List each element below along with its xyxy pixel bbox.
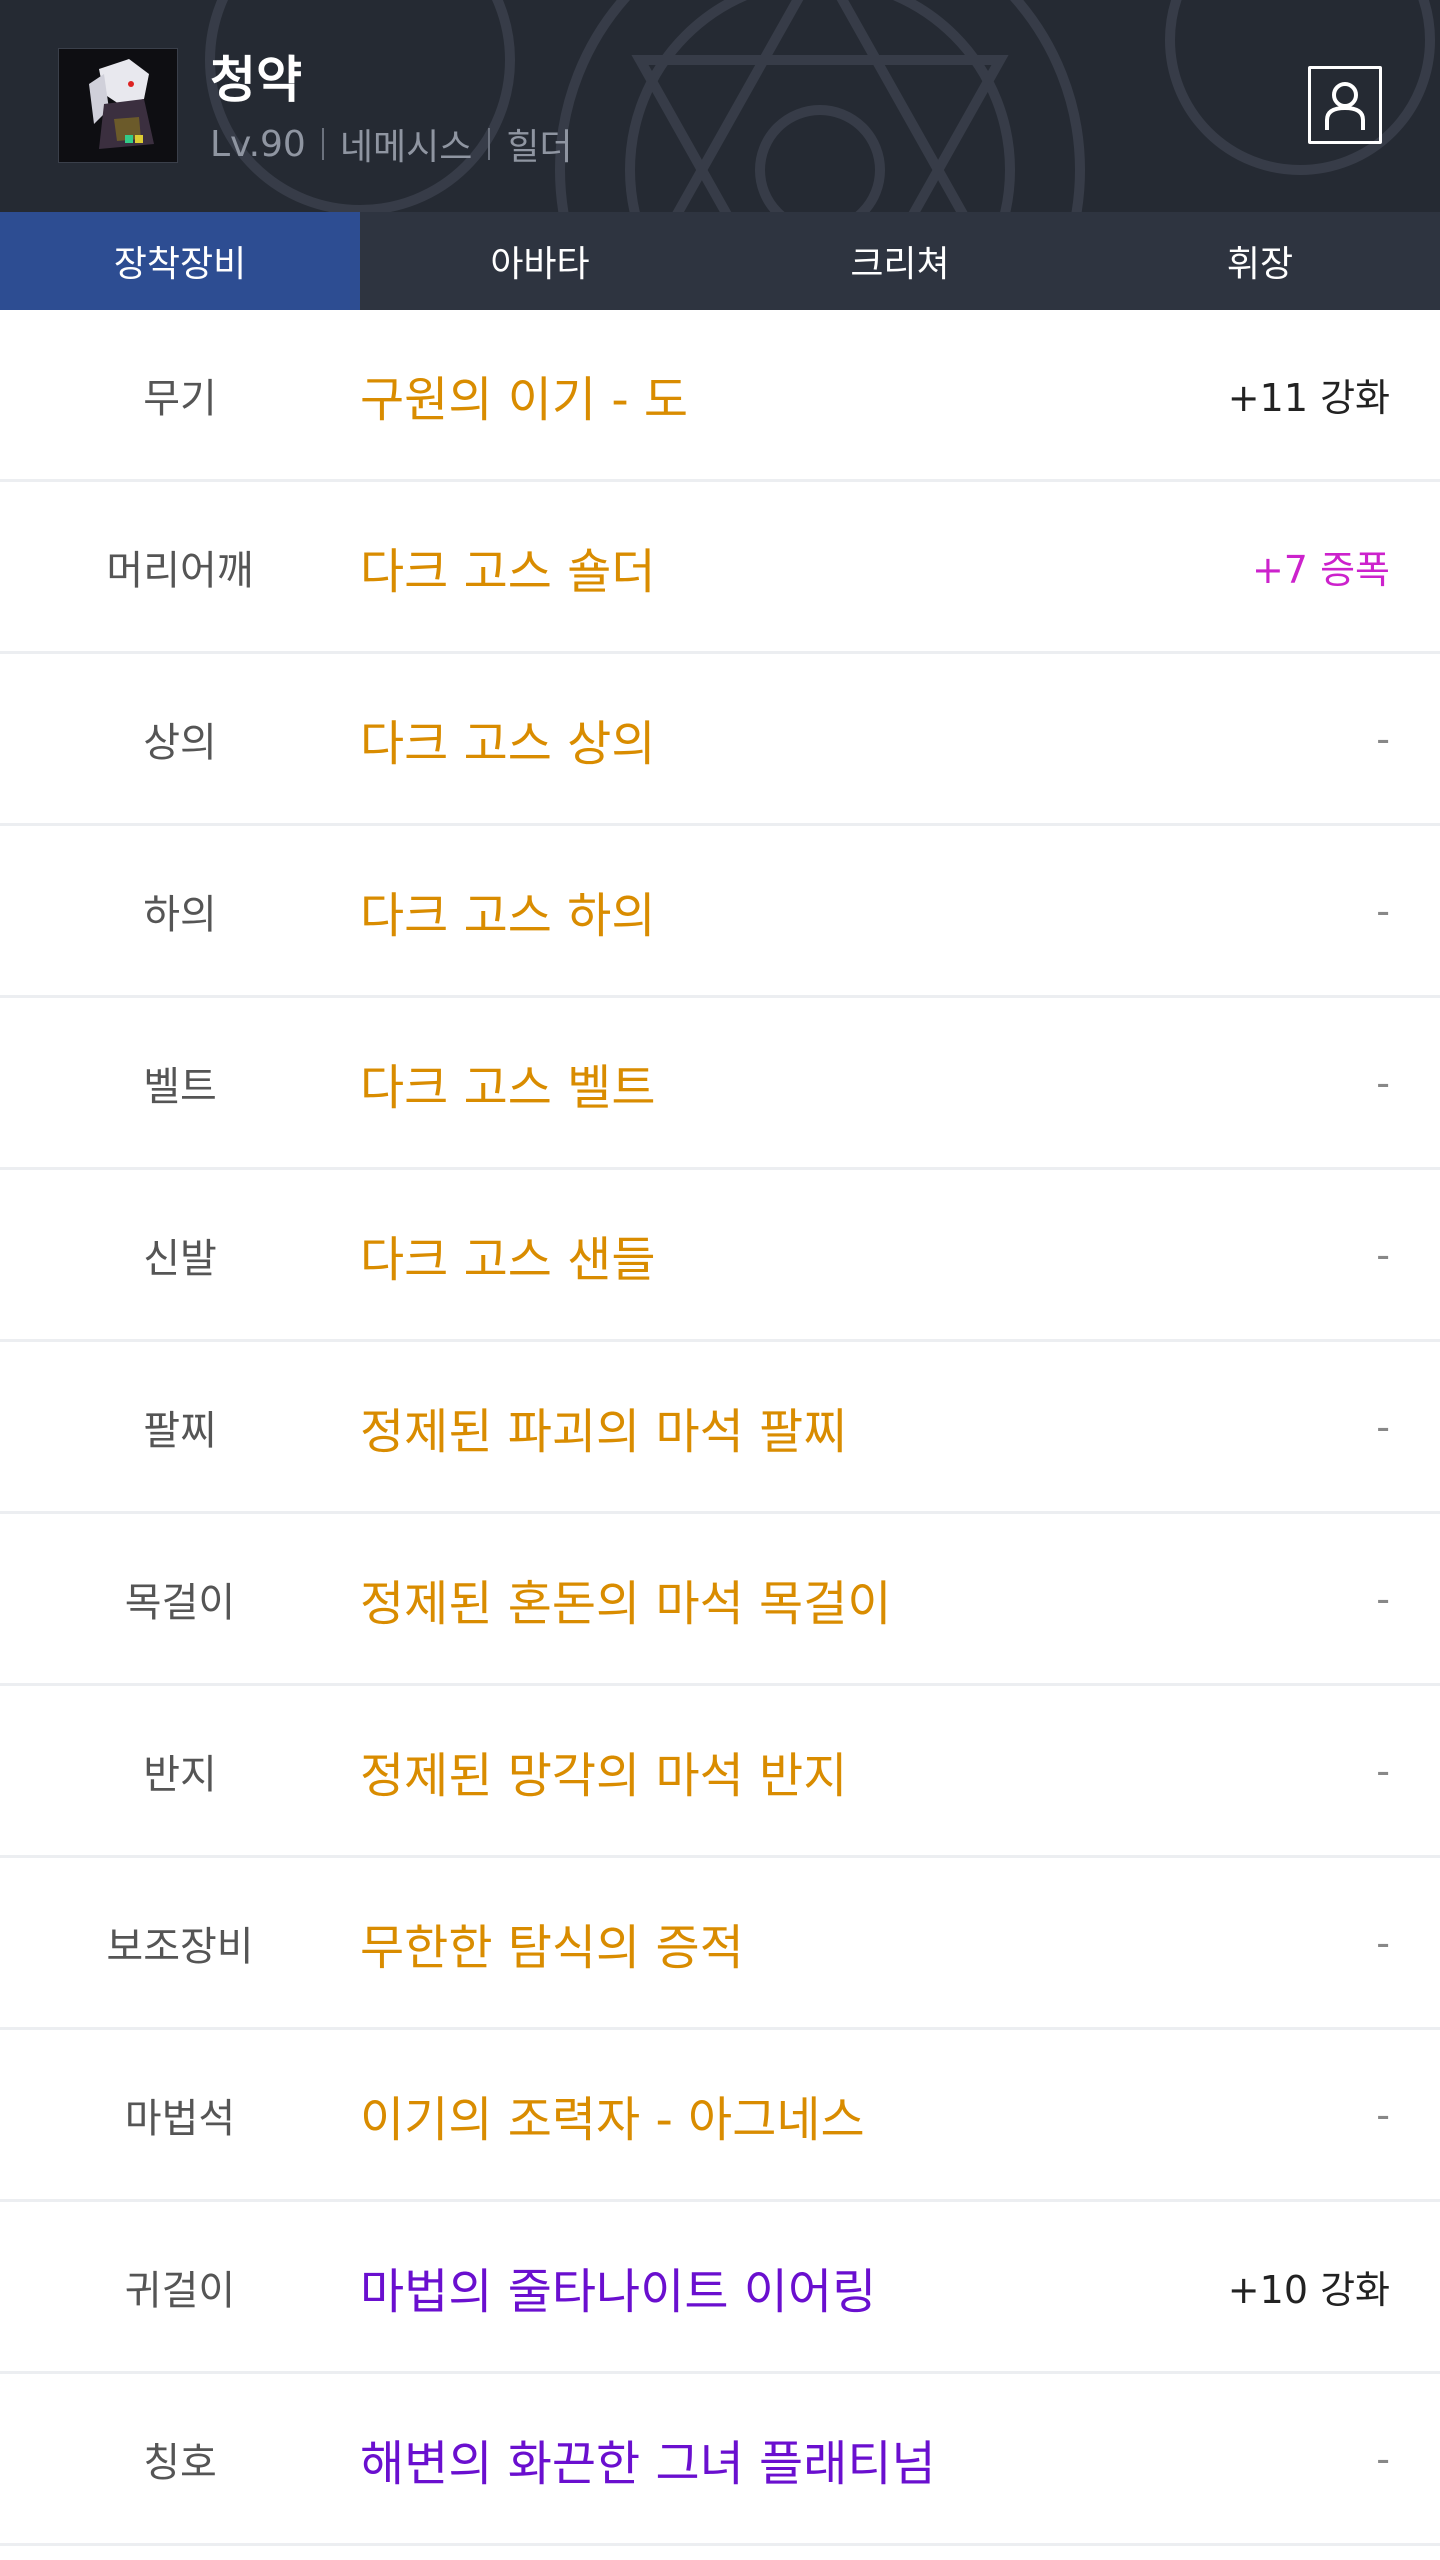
item-name: 정제된 망각의 마석 반지 — [360, 1747, 848, 1804]
slot-label: 목걸이 — [124, 1579, 236, 1626]
item-name: 정제된 파괴의 마석 팔찌 — [360, 1403, 848, 1460]
equipment-list: 무기 구원의 이기 - 도 +11 강화 머리어깨 다크 고스 숄더 +7 증폭… — [0, 310, 1440, 2546]
item-name: 이기의 조력자 - 아그네스 — [360, 2091, 865, 2148]
item-name: 다크 고스 하의 — [360, 887, 656, 944]
profile-icon — [1325, 82, 1365, 130]
item-name: 다크 고스 샌들 — [360, 1231, 656, 1288]
equipment-row-bracelet[interactable]: 팔찌 정제된 파괴의 마석 팔찌 - — [0, 1342, 1440, 1514]
equipment-row-top[interactable]: 상의 다크 고스 상의 - — [0, 654, 1440, 826]
slot-label: 상의 — [143, 719, 217, 766]
reinforce-level: - — [1376, 2436, 1390, 2481]
reinforce-level: - — [1376, 1404, 1390, 1449]
character-name: 청약 — [210, 51, 302, 109]
reinforce-level: - — [1376, 1576, 1390, 1621]
equipment-row-belt[interactable]: 벨트 다크 고스 벨트 - — [0, 998, 1440, 1170]
reinforce-level: - — [1376, 1060, 1390, 1105]
slot-label: 벨트 — [143, 1063, 217, 1110]
reinforce-level: +10 강화 — [1227, 2268, 1390, 2312]
slot-label: 칭호 — [143, 2439, 217, 2486]
equipment-row-shoulder[interactable]: 머리어깨 다크 고스 숄더 +7 증폭 — [0, 482, 1440, 654]
reinforce-level: - — [1376, 1748, 1390, 1793]
character-server: 네메시스 — [339, 127, 473, 168]
amplify-level: +7 증폭 — [1251, 548, 1390, 592]
item-name: 다크 고스 상의 — [360, 715, 656, 772]
character-header: 청약 Lv.90 네메시스 힐더 — [0, 0, 1440, 212]
info-divider — [321, 128, 324, 160]
reinforce-level: - — [1376, 716, 1390, 761]
slot-label: 하의 — [143, 891, 217, 938]
character-job: 힐더 — [506, 127, 573, 168]
equipment-row-ring[interactable]: 반지 정제된 망각의 마석 반지 - — [0, 1686, 1440, 1858]
slot-label: 마법석 — [124, 2095, 236, 2142]
tab-creature[interactable]: 크리쳐 — [720, 212, 1080, 310]
equipment-row-bottom[interactable]: 하의 다크 고스 하의 - — [0, 826, 1440, 998]
character-level: Lv.90 — [210, 123, 306, 165]
slot-label: 보조장비 — [106, 1923, 254, 1970]
equipment-row-title[interactable]: 칭호 해변의 화끈한 그녀 플래티넘 - — [0, 2374, 1440, 2546]
equipment-row-necklace[interactable]: 목걸이 정제된 혼돈의 마석 목걸이 - — [0, 1514, 1440, 1686]
item-name: 다크 고스 벨트 — [360, 1059, 656, 1116]
slot-label: 반지 — [143, 1751, 217, 1798]
reinforce-level: +11 강화 — [1227, 376, 1390, 420]
tab-avatar[interactable]: 아바타 — [360, 212, 720, 310]
tab-equipment[interactable]: 장착장비 — [0, 212, 360, 310]
character-avatar — [58, 48, 178, 163]
item-name: 무한한 탐식의 증적 — [360, 1919, 744, 1976]
tab-emblem[interactable]: 휘장 — [1080, 212, 1440, 310]
slot-label: 팔찌 — [143, 1407, 217, 1454]
equipment-row-weapon[interactable]: 무기 구원의 이기 - 도 +11 강화 — [0, 310, 1440, 482]
tab-bar: 장착장비 아바타 크리쳐 휘장 — [0, 212, 1440, 310]
item-name: 해변의 화끈한 그녀 플래티넘 — [360, 2435, 936, 2492]
slot-label: 귀걸이 — [124, 2267, 236, 2314]
equipment-row-magicstone[interactable]: 마법석 이기의 조력자 - 아그네스 - — [0, 2030, 1440, 2202]
slot-label: 머리어깨 — [106, 547, 254, 594]
reinforce-level: - — [1376, 1232, 1390, 1277]
profile-button[interactable] — [1308, 66, 1382, 144]
equipment-row-earring[interactable]: 귀걸이 마법의 줄타나이트 이어링 +10 강화 — [0, 2202, 1440, 2374]
character-info: Lv.90 네메시스 힐더 — [210, 118, 573, 170]
equipment-row-subequip[interactable]: 보조장비 무한한 탐식의 증적 - — [0, 1858, 1440, 2030]
reinforce-level: - — [1376, 1920, 1390, 1965]
equipment-row-shoes[interactable]: 신발 다크 고스 샌들 - — [0, 1170, 1440, 1342]
reinforce-level: - — [1376, 2092, 1390, 2137]
slot-label: 무기 — [143, 375, 217, 422]
info-divider — [488, 128, 491, 160]
reinforce-level: - — [1376, 888, 1390, 933]
slot-label: 신발 — [143, 1235, 217, 1282]
item-name: 정제된 혼돈의 마석 목걸이 — [360, 1575, 892, 1632]
